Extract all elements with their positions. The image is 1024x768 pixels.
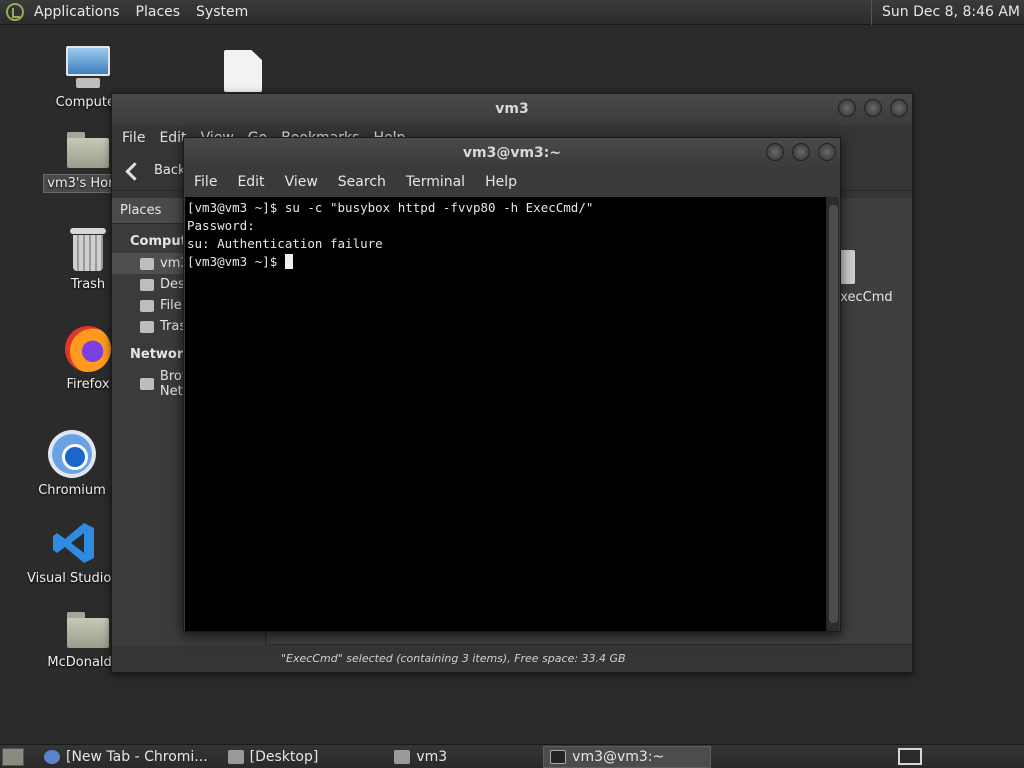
chromium-icon	[44, 749, 60, 764]
show-desktop-icon[interactable]	[2, 747, 24, 766]
terminal-prompt-line: [vm3@vm3 ~]$	[187, 253, 825, 271]
text-cursor	[284, 254, 293, 269]
menu-help[interactable]: Help	[485, 174, 517, 190]
network-icon	[140, 378, 154, 390]
scrollbar-thumb[interactable]	[829, 205, 838, 623]
home-folder-icon	[394, 749, 411, 764]
task-label: [Desktop]	[249, 748, 319, 765]
folder-icon	[227, 749, 244, 764]
desktop-icon-chromium[interactable]: Chromium	[22, 430, 122, 499]
desktop-icon-label: Firefox	[66, 377, 110, 392]
trash-icon	[140, 320, 154, 333]
back-arrow-icon[interactable]	[122, 160, 144, 182]
task-label: vm3	[416, 748, 448, 765]
system-menu[interactable]: System	[188, 4, 256, 20]
terminal-titlebar[interactable]: vm3@vm3:~	[184, 138, 840, 168]
workspace-switcher[interactable]	[898, 748, 922, 765]
places-menu[interactable]: Places	[128, 4, 189, 20]
close-button[interactable]	[890, 99, 908, 117]
file-manager-titlebar[interactable]: vm3	[112, 94, 912, 125]
clock[interactable]: Sun Dec 8, 8:46 AM	[871, 0, 1020, 25]
computer-icon	[64, 46, 112, 90]
terminal-menubar: File Edit View Search Terminal Help	[184, 168, 840, 196]
menu-search[interactable]: Search	[338, 174, 386, 190]
task-label: vm3@vm3:~	[572, 748, 665, 765]
home-icon	[140, 257, 154, 270]
window-controls	[766, 143, 836, 161]
terminal-scrollbar[interactable]	[826, 197, 839, 631]
bottom-panel: [New Tab - Chromi... [Desktop] vm3 vm3@v…	[0, 744, 1024, 768]
task-chromium[interactable]: [New Tab - Chromi...	[38, 746, 214, 768]
folder-icon	[65, 610, 111, 650]
desktop-icon-label: Chromium	[38, 483, 106, 498]
window-title: vm3@vm3:~	[462, 145, 562, 161]
maximize-button[interactable]	[864, 99, 882, 117]
minimize-button[interactable]	[838, 99, 856, 117]
desktop-icon-label: Trash	[70, 277, 106, 292]
firefox-icon	[65, 326, 111, 372]
task-desktop[interactable]: [Desktop]	[222, 746, 325, 768]
terminal-line: su: Authentication failure	[187, 236, 383, 251]
drive-icon	[140, 299, 154, 312]
task-terminal[interactable]: vm3@vm3:~	[543, 745, 712, 768]
terminal-window: vm3@vm3:~ File Edit View Search Terminal…	[183, 137, 841, 632]
menu-view[interactable]: View	[285, 174, 318, 190]
status-bar: "ExecCmd" selected (containing 3 items),…	[267, 644, 912, 672]
menu-terminal[interactable]: Terminal	[406, 174, 465, 190]
desktop-file-icon[interactable]	[224, 50, 262, 92]
back-button[interactable]: Back	[154, 163, 186, 178]
desktop-icon	[140, 278, 154, 291]
terminal-line: [vm3@vm3 ~]$ su -c "busybox httpd -fvvp8…	[187, 200, 594, 215]
home-folder-icon	[65, 130, 111, 170]
top-panel: Applications Places System Sun Dec 8, 8:…	[0, 0, 1024, 25]
applications-menu[interactable]: Applications	[26, 4, 128, 20]
desktop-icon-vscode[interactable]: Visual Studio Co	[24, 520, 133, 587]
distro-logo-icon[interactable]	[6, 3, 24, 21]
chromium-icon	[48, 430, 96, 478]
top-menu: Applications Places System	[0, 0, 256, 25]
task-label: [New Tab - Chromi...	[66, 748, 208, 765]
terminal-output[interactable]: [vm3@vm3 ~]$ su -c "busybox httpd -fvvp8…	[185, 197, 827, 631]
menu-file[interactable]: File	[122, 130, 145, 146]
task-file-manager[interactable]: vm3	[388, 746, 453, 768]
terminal-prompt: [vm3@vm3 ~]$	[187, 254, 285, 269]
file-item-label[interactable]: ExecCmd	[832, 290, 893, 305]
window-controls	[838, 99, 908, 117]
terminal-line: Password:	[187, 218, 255, 233]
trash-icon	[68, 226, 108, 272]
maximize-button[interactable]	[792, 143, 810, 161]
vscode-icon	[51, 520, 97, 566]
menu-file[interactable]: File	[194, 174, 217, 190]
terminal-icon	[550, 749, 567, 764]
minimize-button[interactable]	[766, 143, 784, 161]
menu-edit[interactable]: Edit	[237, 174, 264, 190]
close-button[interactable]	[818, 143, 836, 161]
window-title: vm3	[495, 101, 529, 117]
